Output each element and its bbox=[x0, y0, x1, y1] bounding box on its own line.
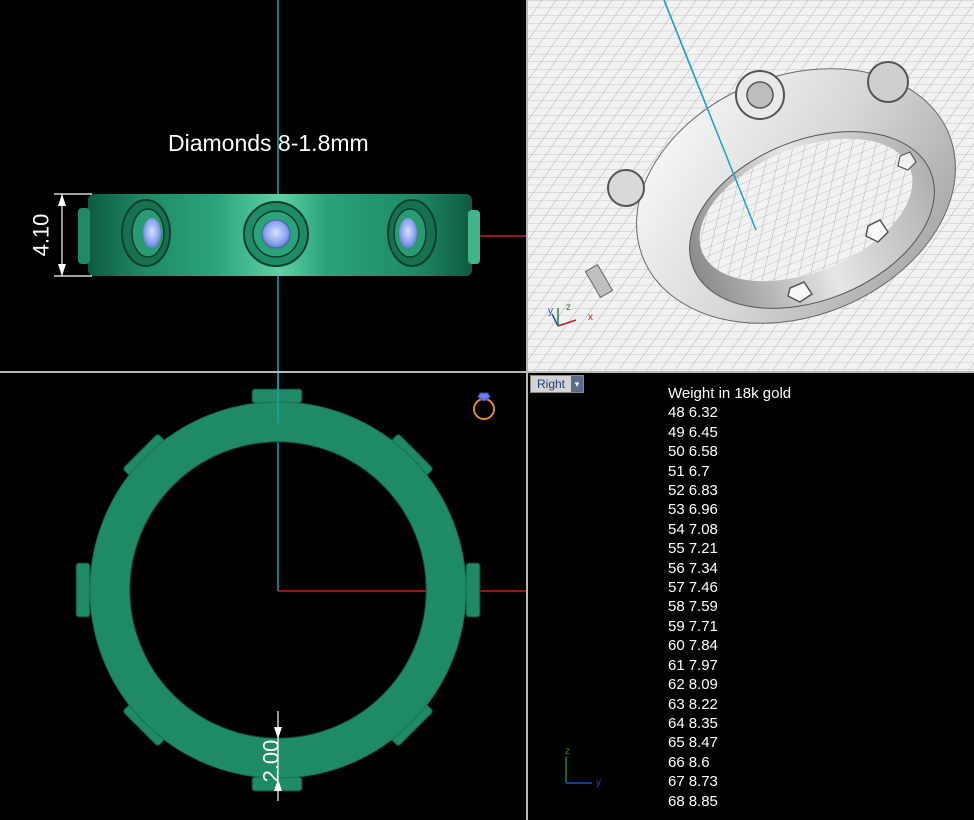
front-viewport[interactable]: Diamonds 8-1.8mm 4.10 bbox=[0, 0, 526, 371]
right-axis-gizmo bbox=[565, 757, 592, 784]
diamonds-annotation: Diamonds 8-1.8mm bbox=[168, 130, 369, 156]
persp-axis-y: y bbox=[548, 306, 553, 317]
persp-axis-x: x bbox=[588, 312, 593, 323]
diamond-setting-right bbox=[387, 199, 437, 267]
axis-gizmo-icon bbox=[565, 757, 592, 784]
perspective-viewport[interactable]: y z x bbox=[528, 0, 974, 371]
front-view-drawing bbox=[54, 0, 526, 371]
diamond-setting-left bbox=[121, 199, 171, 267]
right-axis-y: y bbox=[596, 777, 601, 788]
right-axis-z: z bbox=[565, 746, 570, 757]
perspective-view-drawing bbox=[528, 0, 974, 371]
top-viewport[interactable]: 2.00 bbox=[0, 373, 526, 820]
ring-icon bbox=[473, 392, 495, 420]
right-viewport[interactable]: Right ▾ Weight in 18k gold 48 6.32 49 6.45 5… bbox=[528, 373, 974, 820]
persp-axis-z: z bbox=[566, 302, 571, 313]
diamond-setting-center bbox=[243, 201, 309, 267]
height-dimension-label: 4.10 bbox=[28, 213, 54, 257]
width-dimension-label: 2.00 bbox=[258, 739, 284, 783]
